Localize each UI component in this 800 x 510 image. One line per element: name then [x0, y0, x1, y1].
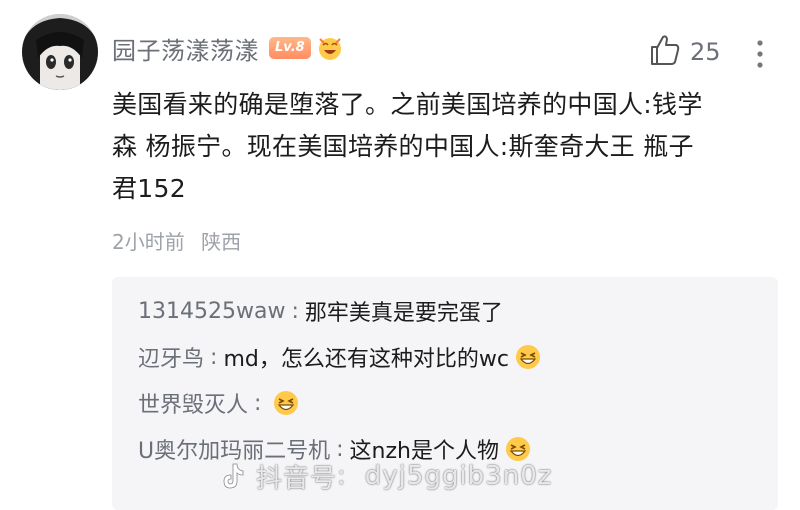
- watermark: 抖音号 : dyj5ggib3n0z: [220, 456, 552, 496]
- reply-text: 那牢美真是要完蛋了: [304, 301, 503, 326]
- reply-separator: :: [254, 390, 262, 416]
- comment-header: 园子荡漾荡漾 Lv.8: [112, 30, 343, 66]
- reply-item[interactable]: 世界毁灭人 :: [138, 385, 299, 421]
- medal-emoji-icon: [317, 35, 343, 61]
- reply-item[interactable]: 1314525waw : 那牢美真是要完蛋了: [138, 293, 503, 329]
- username[interactable]: 园子荡漾荡漾: [112, 31, 259, 66]
- grinning-squint-emoji-icon: [515, 344, 541, 370]
- reply-text: md，怎么还有这种对比的wc: [223, 347, 509, 372]
- more-options-icon[interactable]: [750, 38, 770, 70]
- thumbs-up-icon: [648, 33, 682, 71]
- comment-meta: 2小时前 陕西: [112, 226, 241, 255]
- reply-username[interactable]: 世界毁灭人: [138, 387, 248, 419]
- like-button[interactable]: 25: [648, 34, 721, 70]
- reply-username[interactable]: 1314525waw: [138, 299, 285, 324]
- watermark-brand: 抖音号: [256, 463, 338, 494]
- avatar[interactable]: [22, 14, 98, 90]
- reply-separator: :: [210, 344, 218, 370]
- comment-time: 2小时前: [112, 230, 185, 254]
- reply-separator: :: [291, 298, 299, 324]
- like-count: 25: [690, 38, 721, 66]
- grinning-squint-emoji-icon: [273, 390, 299, 416]
- watermark-id: dyj5ggib3n0z: [364, 461, 553, 491]
- tiktok-logo-icon: [220, 462, 246, 490]
- reply-username[interactable]: 辺牙鸟: [138, 341, 204, 373]
- comment-text: 美国看来的确是堕落了。之前美国培养的中国人:钱学森 杨振宁。现在美国培养的中国人…: [112, 90, 703, 203]
- reply-item[interactable]: 辺牙鸟 : md，怎么还有这种对比的wc: [138, 339, 541, 375]
- level-badge: Lv.8: [269, 37, 311, 59]
- watermark-separator: :: [337, 461, 347, 491]
- comment-location: 陕西: [201, 230, 242, 254]
